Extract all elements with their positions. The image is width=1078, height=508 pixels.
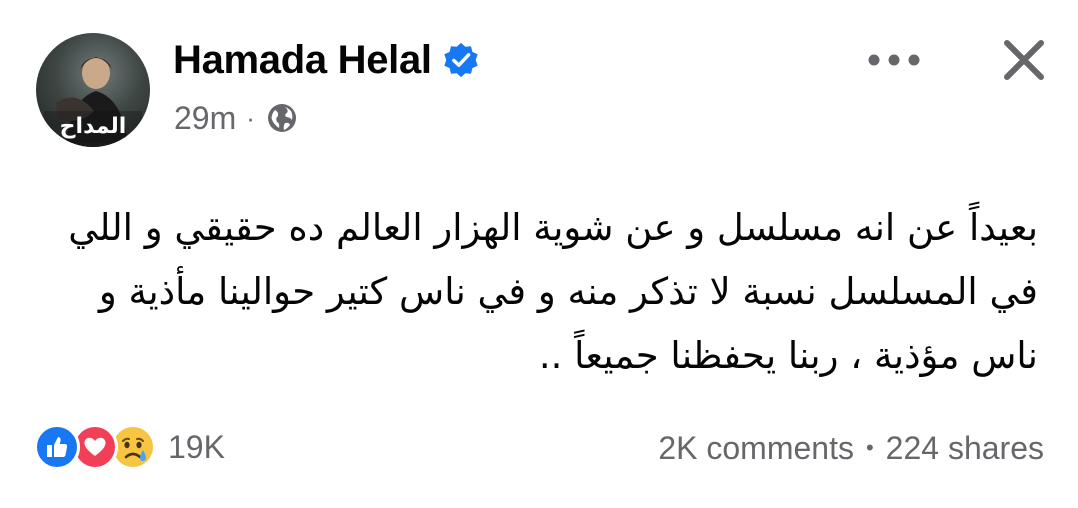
verified-badge-icon [444, 42, 478, 78]
author-name[interactable]: Hamada Helal [173, 36, 432, 84]
engagement-summary: 2K comments • 224 shares [658, 428, 1044, 468]
facebook-post: المداح Hamada Helal 29m · بعيداً عن انه … [0, 0, 1078, 508]
author-line: Hamada Helal [173, 36, 480, 84]
post-meta: 29m · [174, 98, 299, 138]
post-text: بعيداً عن انه مسلسل و عن شوية الهزار الع… [28, 196, 1038, 388]
post-text-line: في المسلسل نسبة لا تذكر منه و في ناس كتي… [98, 270, 1038, 313]
comments-link[interactable]: 2K comments [658, 428, 854, 468]
meta-separator: · [246, 103, 255, 133]
post-text-line: ناس مؤذية ، ربنا يحفظنا جميعاً .. [538, 334, 1038, 377]
shares-link[interactable]: 224 shares [886, 428, 1044, 468]
close-icon [1004, 40, 1044, 80]
author-avatar[interactable]: المداح [36, 33, 150, 147]
post-text-line: بعيداً عن انه مسلسل و عن شوية الهزار الع… [68, 206, 1038, 249]
avatar-image: المداح [44, 57, 142, 147]
like-icon [34, 424, 80, 470]
close-button[interactable] [992, 28, 1056, 92]
reactions-summary[interactable]: 19K [34, 424, 225, 470]
avatar-logo-text: المداح [60, 114, 127, 139]
globe-icon[interactable] [265, 101, 299, 135]
reaction-count: 19K [168, 429, 225, 465]
engagement-separator: • [865, 435, 874, 460]
post-timestamp[interactable]: 29m [174, 98, 236, 138]
more-horizontal-icon [868, 54, 920, 66]
more-options-button[interactable] [858, 38, 930, 82]
